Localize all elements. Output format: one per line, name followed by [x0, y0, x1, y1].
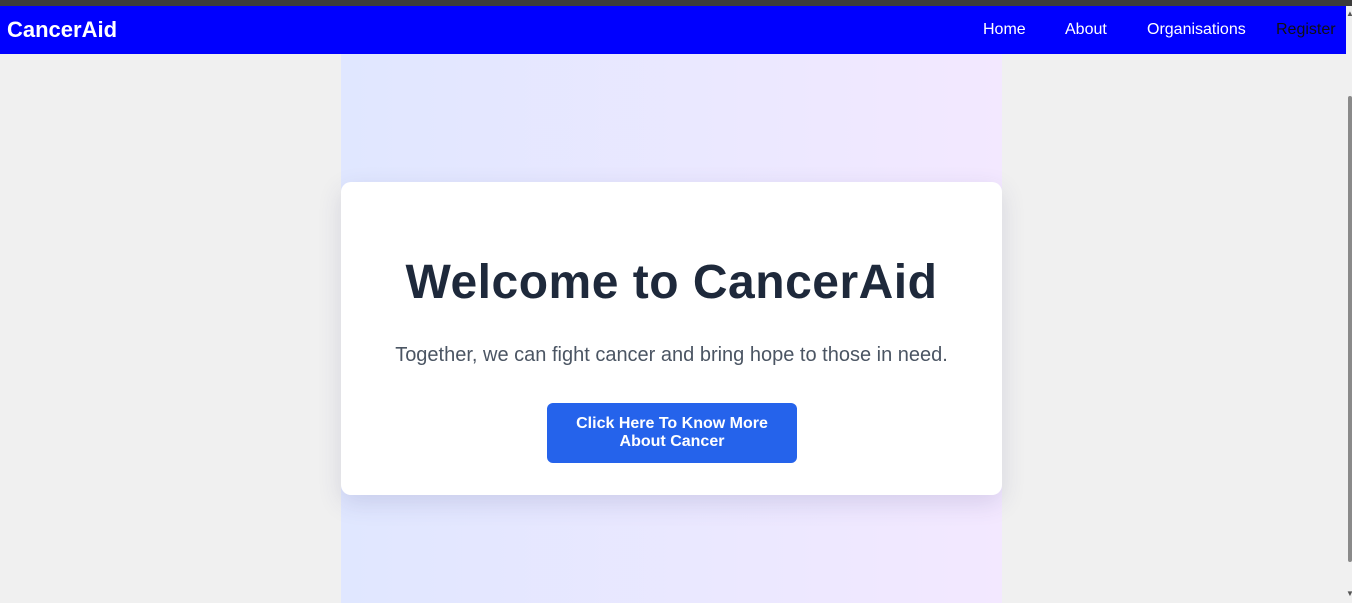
scrollbar-thumb[interactable]: [1348, 96, 1352, 562]
know-more-button[interactable]: Click Here To Know More About Cancer: [547, 403, 797, 463]
navbar: CancerAid Home About Organisations Regis…: [0, 6, 1346, 54]
welcome-card: Welcome to CancerAid Together, we can fi…: [341, 182, 1002, 495]
nav-link-register[interactable]: Register: [1276, 20, 1336, 40]
hero-subtitle: Together, we can fight cancer and bring …: [395, 344, 948, 366]
brand-logo[interactable]: CancerAid: [7, 17, 117, 43]
nav-link-home[interactable]: Home: [983, 20, 1026, 40]
scroll-down-arrow-icon[interactable]: ▼: [1346, 590, 1352, 598]
page-title: Welcome to CancerAid: [405, 256, 938, 309]
scroll-up-arrow-icon[interactable]: ▲: [1346, 10, 1352, 18]
nav-link-organisations[interactable]: Organisations: [1147, 20, 1246, 40]
nav-link-about[interactable]: About: [1065, 20, 1107, 40]
